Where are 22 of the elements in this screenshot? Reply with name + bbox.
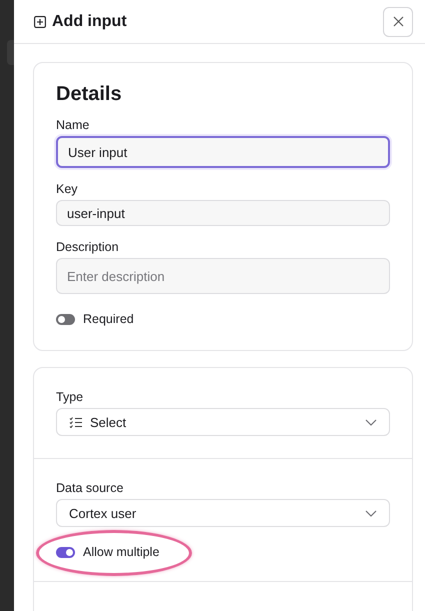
toggle-switch[interactable] [56, 314, 75, 324]
section-title: Details [56, 83, 123, 106]
panel-title: Add input [52, 12, 128, 30]
field-label: Description [56, 240, 120, 254]
data-source-select[interactable]: Cortex user [56, 499, 390, 527]
close-button[interactable] [383, 6, 413, 36]
field-label: Key [56, 182, 79, 196]
close-icon [392, 16, 404, 27]
toggle-switch[interactable] [56, 546, 75, 558]
input-field[interactable]: user-input [56, 200, 390, 226]
plus-square-icon [34, 16, 46, 28]
chevron-icon [365, 510, 377, 516]
chevron-icon [365, 418, 377, 426]
field-label: Data source [56, 481, 124, 495]
list-icon [69, 416, 82, 428]
input-field[interactable]: User input [56, 136, 390, 168]
toggle-label: Required [83, 312, 134, 326]
toggle-label: Allow multiple [83, 545, 160, 559]
field-label: Name [56, 118, 90, 132]
input-field[interactable]: Enter description [56, 258, 390, 294]
field-label: Type [56, 390, 84, 404]
type-select[interactable]: Select [56, 408, 390, 436]
